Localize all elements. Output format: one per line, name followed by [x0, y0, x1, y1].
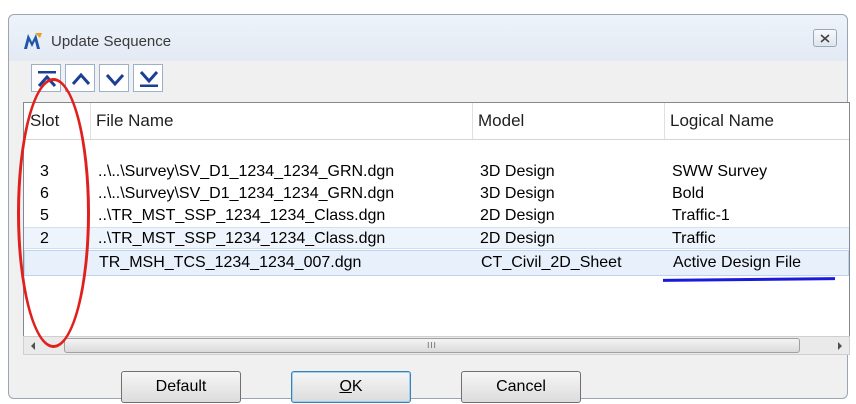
table-row[interactable]: 5 ..\TR_MST_SSP_1234_1234_Class.dgn 2D D…	[24, 205, 849, 227]
default-button[interactable]: Default	[121, 371, 241, 403]
scroll-right-icon[interactable]	[835, 341, 845, 351]
column-header-logical-name[interactable]: Logical Name	[664, 103, 849, 139]
arrow-bottom-icon	[139, 71, 159, 87]
file-name-cell: ..\..\Survey\SV_D1_1234_1234_GRN.dgn	[98, 163, 395, 180]
slot-cell: 5	[40, 207, 49, 224]
model-cell: 3D Design	[480, 185, 555, 202]
ok-label-rest: K	[351, 378, 363, 395]
cancel-button[interactable]: Cancel	[461, 371, 581, 403]
chevron-down-icon	[105, 74, 125, 87]
scrollbar-grip: III	[427, 341, 437, 350]
column-header-slot[interactable]: Slot	[24, 103, 90, 139]
file-name-cell: ..\TR_MST_SSP_1234_1234_Class.dgn	[98, 230, 386, 247]
slot-cell: 2	[40, 230, 49, 247]
table-row[interactable]: 3 ..\..\Survey\SV_D1_1234_1234_GRN.dgn 3…	[24, 161, 849, 183]
scrollbar-thumb[interactable]: III	[64, 338, 800, 353]
move-down-button[interactable]	[99, 64, 129, 92]
logical-name-cell: SWW Survey	[672, 163, 768, 180]
logical-name-cell: Traffic-1	[672, 207, 730, 224]
file-name-cell: TR_MSH_TCS_1234_1234_007.dgn	[99, 254, 362, 271]
ok-button[interactable]: OK	[291, 371, 411, 403]
column-header-model[interactable]: Model	[472, 103, 664, 139]
move-to-top-button[interactable]	[31, 64, 61, 92]
model-cell: CT_Civil_2D_Sheet	[481, 254, 622, 271]
model-cell: 2D Design	[480, 207, 555, 224]
slot-cell: 3	[40, 163, 49, 180]
logical-name-cell: Traffic	[672, 230, 716, 247]
update-sequence-list[interactable]: Slot File Name Model Logical Name 3 ..\.…	[23, 102, 850, 337]
ok-mnemonic: O	[339, 378, 352, 395]
close-button[interactable]	[813, 29, 837, 47]
logical-name-cell: Active Design File	[673, 254, 802, 271]
window-title: Update Sequence	[51, 33, 172, 50]
close-icon	[820, 34, 830, 43]
move-to-bottom-button[interactable]	[133, 64, 163, 92]
slot-cell: 6	[40, 185, 49, 202]
move-up-button[interactable]	[65, 64, 95, 92]
active-design-file-row[interactable]: TR_MSH_TCS_1234_1234_007.dgn CT_Civil_2D…	[24, 250, 849, 276]
column-header-file-name[interactable]: File Name	[90, 103, 472, 139]
update-sequence-dialog: Update Sequence Slot File Name Model Log…	[8, 14, 850, 403]
slot-cell	[35, 252, 41, 274]
list-header: Slot File Name Model Logical Name	[24, 103, 849, 140]
model-cell: 2D Design	[480, 230, 555, 247]
scroll-left-icon[interactable]	[28, 341, 38, 351]
model-cell: 3D Design	[480, 163, 555, 180]
file-name-cell: ..\TR_MST_SSP_1234_1234_Class.dgn	[98, 207, 386, 224]
horizontal-scrollbar[interactable]: III	[23, 336, 850, 355]
bentley-m-icon	[21, 29, 45, 53]
logical-name-cell: Bold	[672, 185, 705, 202]
chevron-up-icon	[71, 72, 91, 85]
file-name-cell: ..\..\Survey\SV_D1_1234_1234_GRN.dgn	[98, 185, 395, 202]
title-bar[interactable]: Update Sequence	[9, 15, 847, 61]
table-row[interactable]: 2 ..\TR_MST_SSP_1234_1234_Class.dgn 2D D…	[24, 227, 849, 249]
table-row[interactable]: 6 ..\..\Survey\SV_D1_1234_1234_GRN.dgn 3…	[24, 183, 849, 205]
arrow-top-icon	[37, 71, 57, 87]
